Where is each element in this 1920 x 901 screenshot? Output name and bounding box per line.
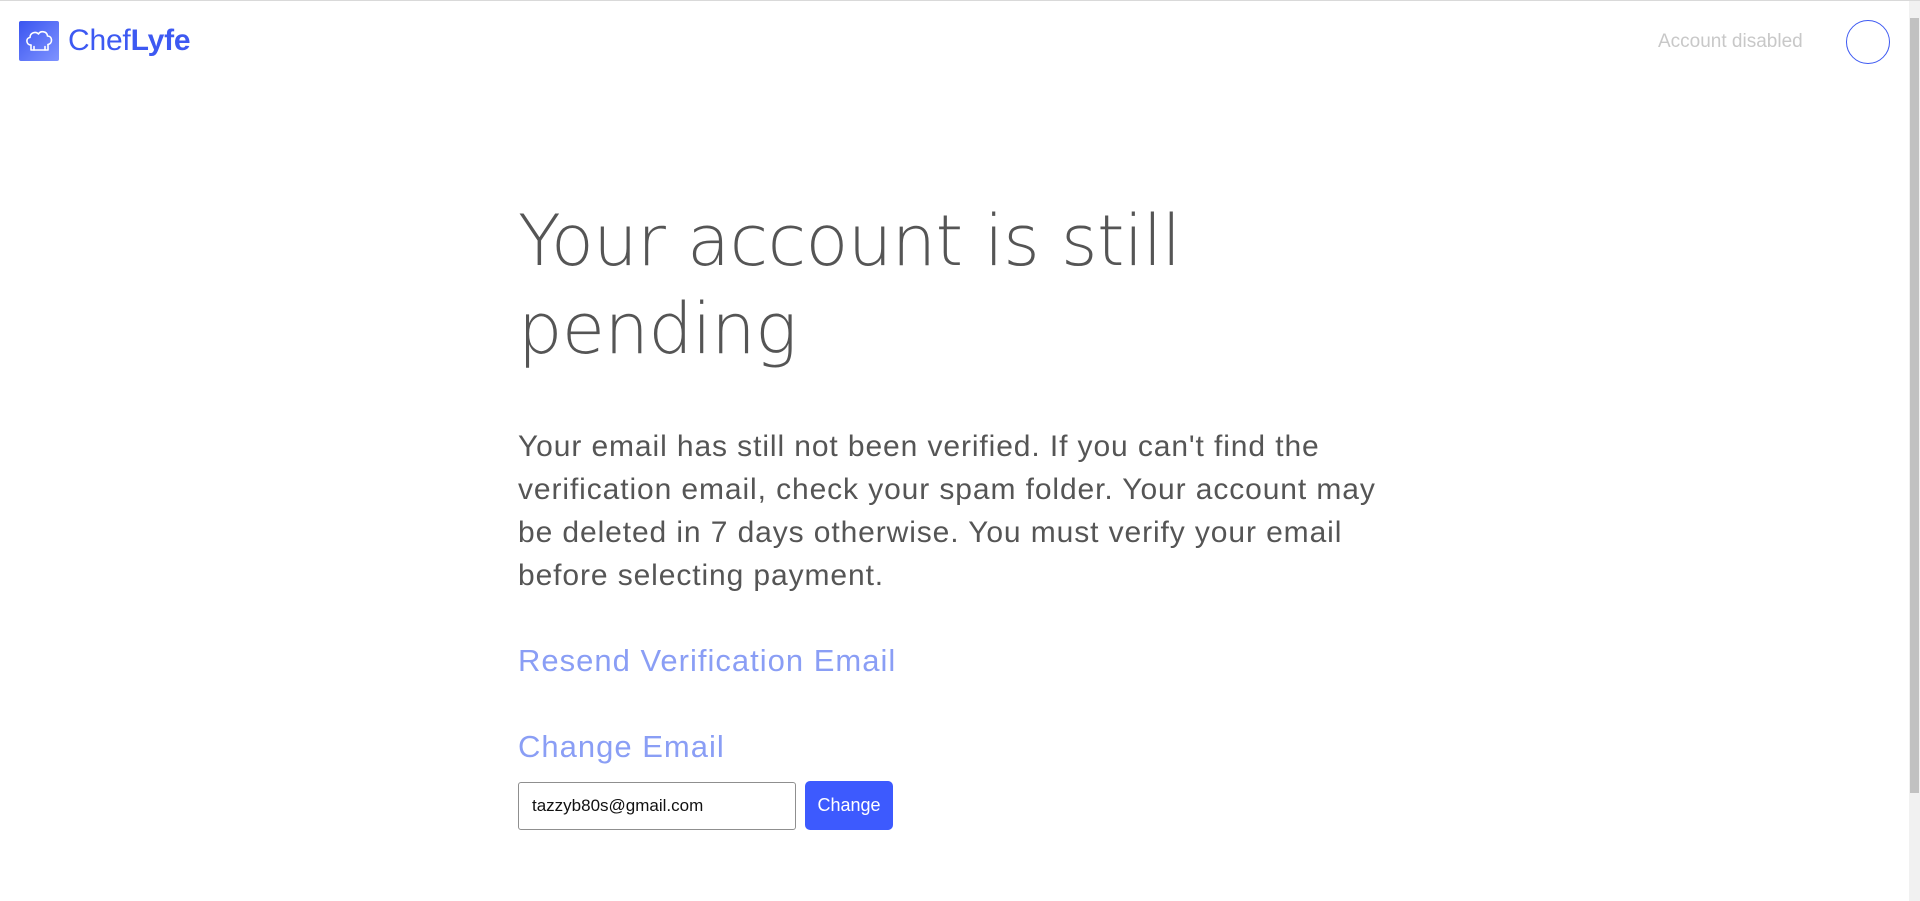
user-avatar-icon[interactable] — [1846, 20, 1890, 64]
page-title: Your account is still pending — [518, 200, 1181, 370]
brand-name-light: Chef — [68, 24, 131, 57]
brand-logo-link[interactable]: ChefLyfe — [19, 21, 191, 61]
brand-name: ChefLyfe — [68, 21, 191, 61]
brand-name-bold: Lyfe — [130, 24, 191, 57]
chef-hat-icon — [19, 21, 59, 61]
change-email-button[interactable]: Change — [805, 781, 893, 830]
scrollbar-track[interactable] — [1909, 1, 1920, 901]
resend-verification-link[interactable]: Resend Verification Email — [518, 641, 896, 681]
email-field[interactable] — [518, 781, 796, 830]
change-email-form: Change — [518, 781, 1378, 830]
change-email-link[interactable]: Change Email — [518, 727, 725, 767]
verification-message: Your email has still not been verified. … — [518, 430, 1376, 592]
account-status-label: Account disabled — [1658, 31, 1803, 52]
scrollbar-thumb[interactable] — [1910, 18, 1919, 793]
main-content: Your account is still pending Your email… — [518, 197, 1378, 830]
page: ChefLyfe Account disabled Your account i… — [0, 0, 1920, 901]
